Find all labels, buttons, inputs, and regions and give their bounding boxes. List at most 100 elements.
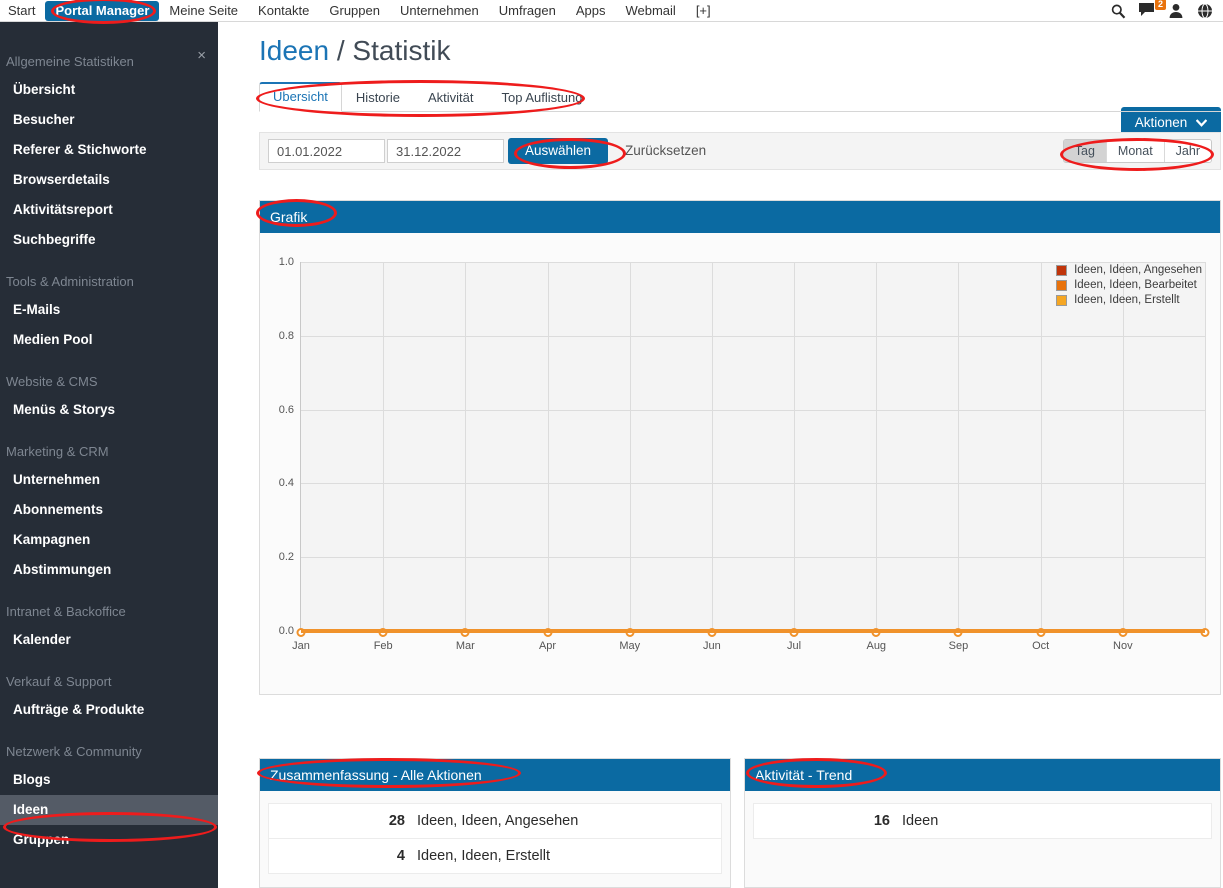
page-title: Ideen / Statistik bbox=[218, 22, 1223, 68]
tab-aktivit-t[interactable]: Aktivität bbox=[414, 84, 488, 112]
reset-button[interactable]: Zurücksetzen bbox=[612, 138, 719, 164]
chart-x-tick-label: Jul bbox=[787, 640, 802, 652]
granularity-tag[interactable]: Tag bbox=[1063, 140, 1107, 162]
summary-panel-header: Zusammenfassung - Alle Aktionen bbox=[260, 759, 730, 791]
chart-x-tick-label: Jun bbox=[703, 640, 721, 652]
stat-row[interactable]: 4 Ideen, Ideen, Erstellt bbox=[268, 839, 722, 874]
chart-x-tick-label: Mar bbox=[455, 640, 475, 652]
top-nav-items: Start Portal Manager Meine Seite Kontakte Gr… bbox=[0, 0, 721, 22]
chart-y-tick-label: 0.8 bbox=[278, 329, 294, 342]
chart-gridline-vertical bbox=[1205, 262, 1206, 631]
top-nav-item-gruppen[interactable]: Gruppen bbox=[319, 0, 390, 22]
chart-legend-label: Ideen, Ideen, Angesehen bbox=[1074, 264, 1202, 276]
top-nav-icon-group: 2 bbox=[1110, 0, 1223, 19]
chart-y-tick-label: 1.0 bbox=[278, 256, 294, 268]
sidebar-item-kampagnen[interactable]: Kampagnen bbox=[0, 525, 218, 555]
sidebar-group-title: Marketing & CRM bbox=[6, 444, 109, 459]
sidebar-item-kalender[interactable]: Kalender bbox=[0, 625, 218, 655]
chart-gridline-vertical bbox=[629, 262, 631, 631]
chart-y-tick-label: 0.6 bbox=[278, 403, 294, 416]
chart-x-tick-label: May bbox=[619, 640, 641, 652]
chart-gridline-vertical bbox=[711, 262, 713, 631]
chart-gridline-horizontal bbox=[301, 483, 1205, 485]
sidebar-item-ideen[interactable]: Ideen bbox=[0, 795, 218, 825]
sidebar-close-icon[interactable]: × bbox=[197, 48, 206, 63]
top-nav-item-start[interactable]: Start bbox=[0, 0, 45, 22]
chart-legend-swatch bbox=[1056, 279, 1068, 291]
select-button[interactable]: Auswählen bbox=[508, 138, 609, 164]
chart-legend-label: Ideen, Ideen, Bearbeitet bbox=[1074, 279, 1197, 291]
sidebar-group-title: Allgemeine Statistiken bbox=[6, 54, 134, 69]
chart-legend-item[interactable]: Ideen, Ideen, Angesehen bbox=[1056, 264, 1202, 276]
grafik-panel: Grafik 0.0 0.2 0.4 0.6 0.8 1.0 Jan Feb Mar Apr May… bbox=[259, 200, 1221, 695]
top-nav-item-webmail[interactable]: Webmail bbox=[615, 0, 685, 22]
sidebar-item-suchbegriffe[interactable]: Suchbegriffe bbox=[0, 225, 218, 255]
chart-gridline-horizontal bbox=[301, 262, 1205, 263]
chart-y-tick-label: 0.2 bbox=[278, 551, 294, 564]
sidebar-item-bersicht[interactable]: Übersicht bbox=[0, 75, 218, 105]
message-count-badge: 2 bbox=[1154, 0, 1166, 10]
top-nav-item-portal-manager[interactable]: Portal Manager bbox=[45, 0, 160, 21]
chart-legend-label: Ideen, Ideen, Erstellt bbox=[1074, 294, 1180, 306]
sidebar-item-browserdetails[interactable]: Browserdetails bbox=[0, 165, 218, 195]
tab-bersicht[interactable]: Übersicht bbox=[259, 82, 342, 112]
tab-top-auflistung[interactable]: Top Auflistung bbox=[488, 84, 597, 112]
sidebar-group-title: Tools & Administration bbox=[6, 274, 134, 289]
chart-x-tick-label: Sep bbox=[948, 640, 969, 652]
chart-x-tick-label: Apr bbox=[538, 640, 557, 652]
top-navigation-bar: Start Portal Manager Meine Seite Kontakte Gr… bbox=[0, 0, 1223, 22]
stat-value: 4 bbox=[396, 848, 405, 864]
search-icon[interactable] bbox=[1110, 3, 1126, 19]
sidebar-item-blogs[interactable]: Blogs bbox=[0, 765, 218, 795]
sidebar-item-referer-stichworte[interactable]: Referer & Stichworte bbox=[0, 135, 218, 165]
chart-y-tick-label: 0.0 bbox=[278, 625, 294, 637]
chart-area: 0.0 0.2 0.4 0.6 0.8 1.0 Jan Feb Mar Apr May Jun Jul A… bbox=[262, 250, 1218, 690]
chart-gridline-vertical bbox=[794, 262, 796, 631]
top-nav-item-[interactable]: [+] bbox=[686, 0, 721, 22]
top-nav-item-meine-seite[interactable]: Meine Seite bbox=[159, 0, 248, 22]
top-nav-item-apps[interactable]: Apps bbox=[566, 0, 616, 22]
date-from-input[interactable] bbox=[268, 139, 385, 163]
filter-bar: Auswählen Zurücksetzen TagMonatJahr bbox=[259, 132, 1221, 170]
chart-legend-item[interactable]: Ideen, Ideen, Erstellt bbox=[1056, 294, 1202, 306]
sidebar-item-auftr-ge-produkte[interactable]: Aufträge & Produkte bbox=[0, 695, 218, 725]
chart-x-tick-label: Aug bbox=[866, 640, 887, 652]
summary-panel: Zusammenfassung - Alle Aktionen 28 Ideen,… bbox=[259, 758, 731, 888]
user-icon[interactable] bbox=[1168, 3, 1184, 19]
sidebar-item-men-s-storys[interactable]: Menüs & Storys bbox=[0, 395, 218, 425]
top-nav-item-kontakte[interactable]: Kontakte bbox=[248, 0, 319, 22]
sidebar-item-besucher[interactable]: Besucher bbox=[0, 105, 218, 135]
chart-legend-item[interactable]: Ideen, Ideen, Bearbeitet bbox=[1056, 279, 1202, 291]
granularity-jahr[interactable]: Jahr bbox=[1164, 140, 1211, 162]
chart-x-tick-label: Nov bbox=[1113, 640, 1133, 652]
messages-icon[interactable]: 2 bbox=[1139, 0, 1166, 19]
stat-row[interactable]: 28 Ideen, Ideen, Angesehen bbox=[268, 803, 722, 839]
sidebar-item-medien-pool[interactable]: Medien Pool bbox=[0, 325, 218, 355]
sidebar-group-list: Allgemeine Statistiken Übersicht Besucher R… bbox=[0, 53, 218, 855]
stat-value: 28 bbox=[388, 813, 405, 829]
sidebar-item-unternehmen[interactable]: Unternehmen bbox=[0, 465, 218, 495]
granularity-toggle-group: Tag Monat Jahr bbox=[1062, 139, 1212, 163]
sidebar-item-abonnements[interactable]: Abonnements bbox=[0, 495, 218, 525]
chart-gridline-vertical bbox=[547, 262, 549, 631]
granularity-monat[interactable]: Monat bbox=[1106, 140, 1165, 162]
sidebar-item-abstimmungen[interactable]: Abstimmungen bbox=[0, 555, 218, 585]
sidebar-item-aktivit-tsreport[interactable]: Aktivitätsreport bbox=[0, 195, 218, 225]
chart-legend-swatch bbox=[1056, 294, 1068, 306]
chart-gridline-vertical bbox=[383, 262, 385, 631]
top-nav-item-unternehmen[interactable]: Unternehmen bbox=[390, 0, 489, 22]
stat-row[interactable]: 16 Ideen bbox=[753, 803, 1212, 839]
trend-panel: Aktivität - Trend 16 Ideen bbox=[744, 758, 1221, 888]
chart-legend: Ideen, Ideen, Angesehen Ideen, Ideen, Bea… bbox=[1056, 264, 1202, 306]
chart-gridline-vertical bbox=[1122, 262, 1124, 631]
chart-x-tick-label: Oct bbox=[1032, 640, 1050, 652]
sidebar-item-gruppen[interactable]: Gruppen bbox=[0, 825, 218, 855]
top-nav-item-umfragen[interactable]: Umfragen bbox=[489, 0, 566, 22]
sidebar-item-e-mails[interactable]: E-Mails bbox=[0, 295, 218, 325]
globe-icon[interactable] bbox=[1197, 3, 1213, 19]
tab-historie[interactable]: Historie bbox=[342, 84, 414, 112]
date-to-input[interactable] bbox=[387, 139, 504, 163]
stat-label: Ideen, Ideen, Angesehen bbox=[417, 813, 579, 829]
sidebar-group-title: Intranet & Backoffice bbox=[6, 604, 126, 619]
chart-series-line bbox=[301, 629, 1205, 633]
